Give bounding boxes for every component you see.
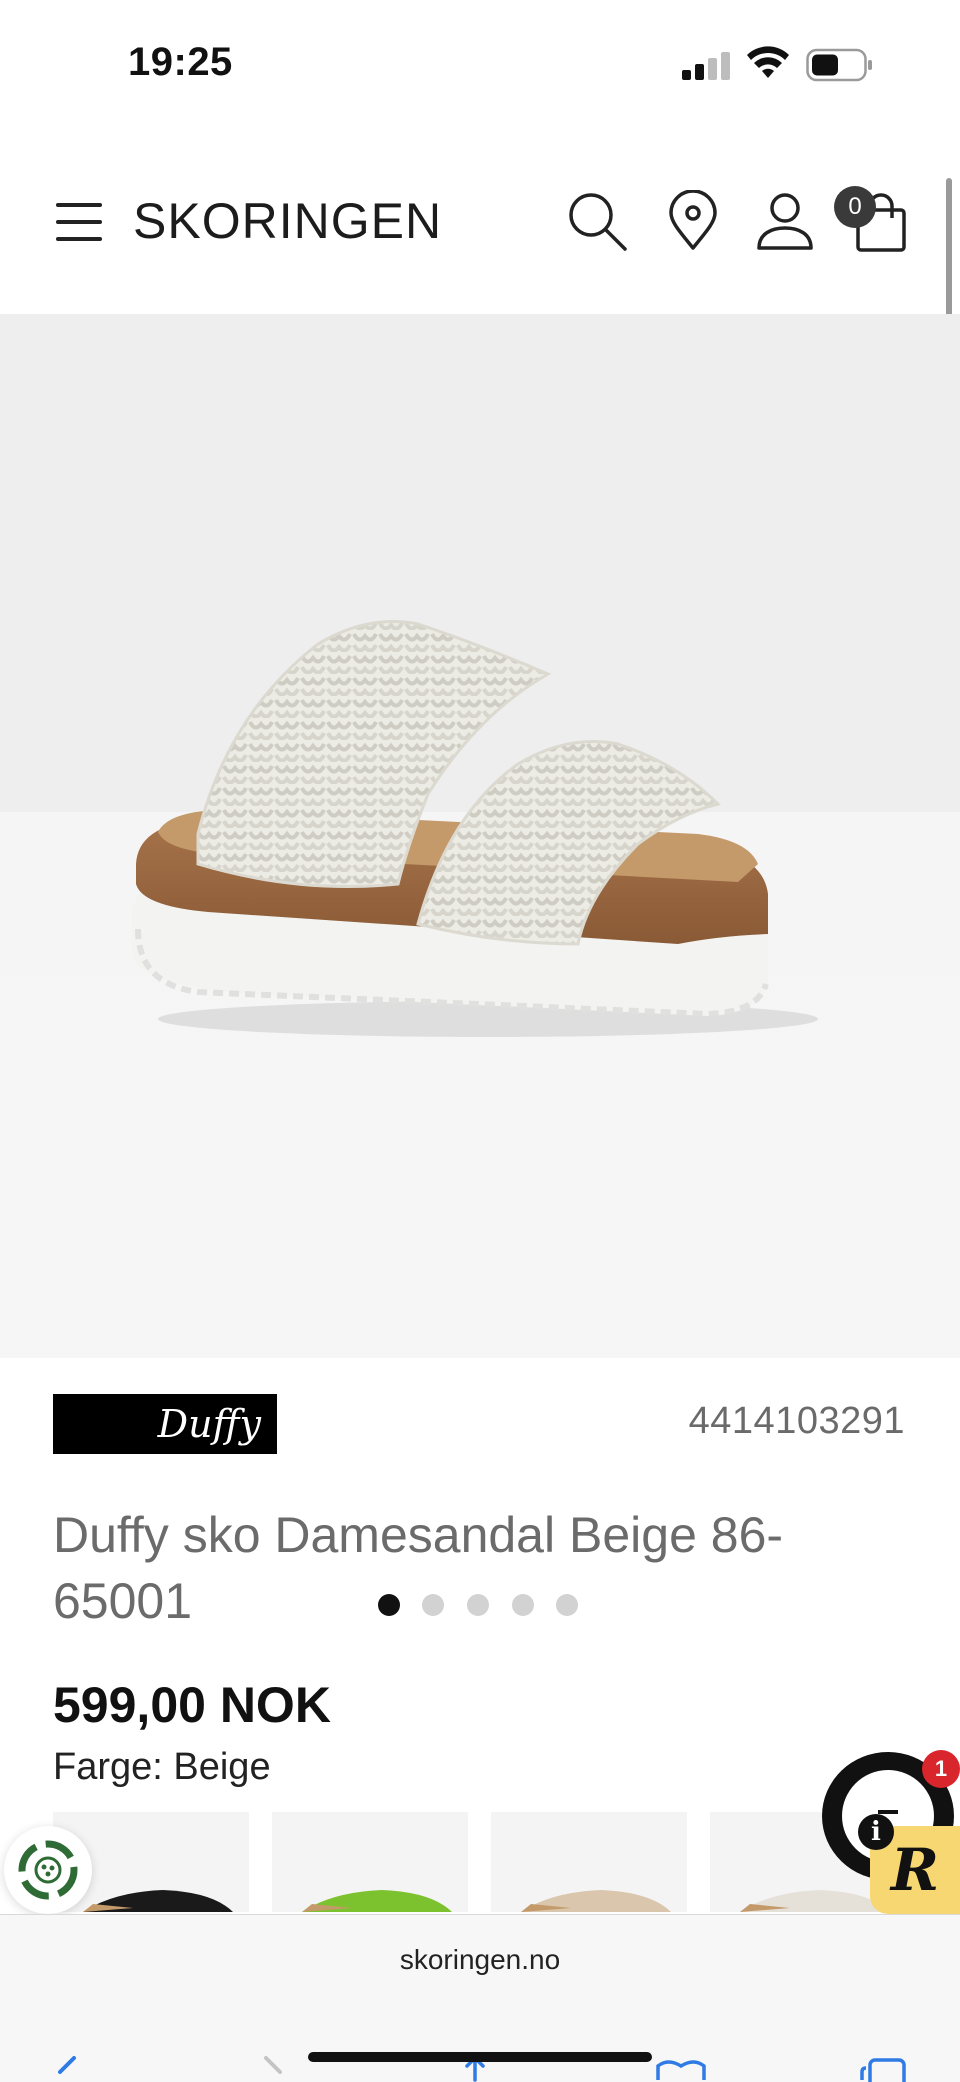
info-icon[interactable]: i (858, 1814, 894, 1850)
product-image (132, 620, 818, 1037)
cellular-signal-icon (682, 50, 732, 80)
chat-notification-badge: 1 (922, 1750, 960, 1788)
product-price: 599,00 NOK (53, 1677, 331, 1733)
swatch-image (521, 1890, 671, 1912)
menu-icon[interactable] (56, 203, 102, 241)
search-icon[interactable] (566, 190, 628, 254)
store-locator-icon[interactable] (662, 190, 724, 254)
bookmarks-icon[interactable] (654, 2056, 708, 2082)
color-swatch-green[interactable] (272, 1812, 468, 1912)
tabs-icon[interactable] (858, 2056, 908, 2082)
eco-badge[interactable] (4, 1826, 92, 1914)
color-label: Farge: Beige (53, 1746, 271, 1788)
account-icon[interactable] (754, 190, 816, 254)
address-bar-url[interactable]: skoringen.no (0, 1944, 960, 1976)
wifi-icon (747, 46, 789, 78)
swatch-image (302, 1890, 452, 1912)
back-icon[interactable] (48, 2056, 88, 2082)
product-title: Duffy sko Damesandal Beige 86-65001 (53, 1507, 784, 1629)
recycle-icon (18, 1840, 78, 1900)
site-logo[interactable]: SKORINGEN (133, 192, 442, 250)
product-image-gallery[interactable] (0, 314, 960, 1616)
battery-icon (806, 48, 872, 82)
home-indicator[interactable] (308, 2052, 652, 2062)
product-sku: 4414103291 (688, 1400, 905, 1442)
brand-logo[interactable]: Duffy (53, 1394, 277, 1454)
cart-count-badge: 0 (834, 186, 876, 228)
forward-icon[interactable] (254, 2056, 294, 2082)
status-time: 19:25 (128, 40, 233, 84)
color-swatch-beige[interactable] (491, 1812, 687, 1912)
